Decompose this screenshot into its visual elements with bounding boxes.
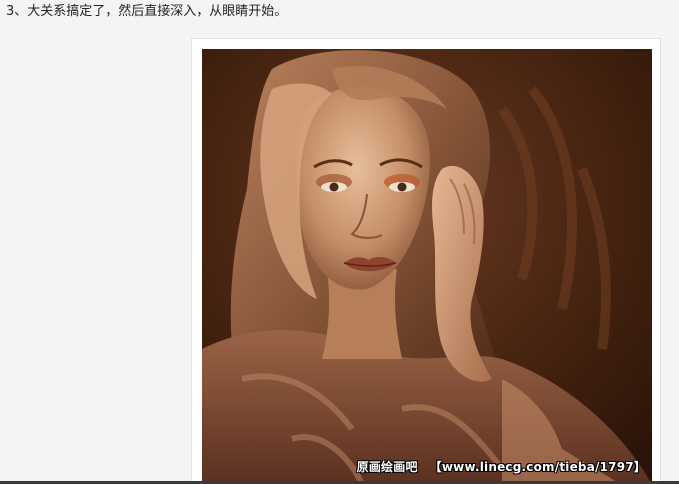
portrait-illustration bbox=[202, 49, 652, 484]
step-instruction-text: 3、大关系搞定了，然后直接深入，从眼睛开始。 bbox=[6, 4, 288, 19]
right-iris bbox=[397, 182, 407, 192]
watermark-url: 【www.linecg.com/tieba/1797】 bbox=[429, 460, 646, 474]
left-iris bbox=[329, 182, 339, 192]
page: 3、大关系搞定了，然后直接深入，从眼睛开始。 原画绘画吧 【www.linecg… bbox=[0, 0, 679, 484]
watermark: 原画绘画吧 【www.linecg.com/tieba/1797】 bbox=[357, 458, 646, 475]
portrait-painting: 原画绘画吧 【www.linecg.com/tieba/1797】 bbox=[202, 49, 652, 484]
image-frame: 原画绘画吧 【www.linecg.com/tieba/1797】 bbox=[191, 38, 661, 484]
watermark-site-name: 原画绘画吧 bbox=[356, 460, 418, 474]
